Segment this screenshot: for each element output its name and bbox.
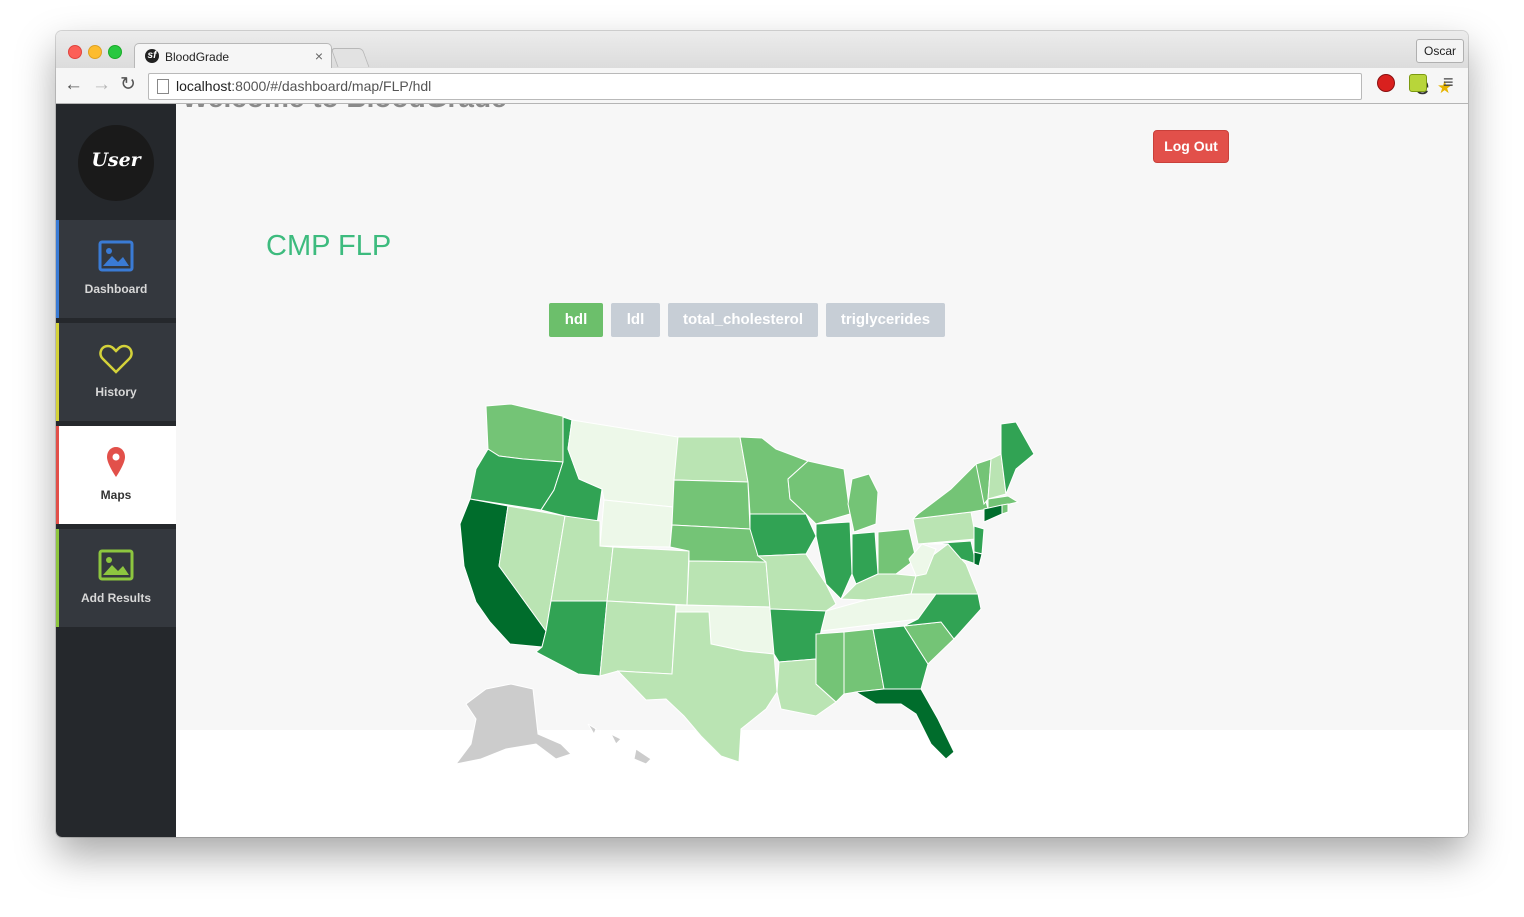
address-bar[interactable]: localhost:8000/#/dashboard/map/FLP/hdl e…: [148, 72, 1452, 100]
state-wyoming[interactable]: [599, 499, 674, 548]
us-choropleth-map: [454, 403, 1035, 765]
page-viewport: Welcome to BloodGrade Log Out CMP FLP hd…: [56, 104, 1468, 837]
state-south-dakota[interactable]: [671, 479, 751, 530]
state-maine[interactable]: [1000, 421, 1035, 495]
page-icon: [157, 79, 169, 94]
user-avatar[interactable]: User: [78, 125, 154, 201]
reload-icon[interactable]: ↻: [120, 74, 136, 96]
tab-title: BloodGrade: [165, 50, 230, 64]
state-rhode-island[interactable]: [1001, 503, 1009, 515]
state-ohio[interactable]: [877, 528, 917, 575]
sidebar-item-label: Dashboard: [84, 282, 148, 296]
sidebar: User Dashboard History Maps Add Results: [56, 104, 176, 837]
close-window-button[interactable]: [68, 45, 82, 59]
sidebar-item-label: History: [95, 385, 137, 399]
chrome-menu-icon[interactable]: ≡: [1443, 72, 1454, 92]
sidebar-accent-bar: [56, 426, 59, 524]
new-tab-button[interactable]: [330, 48, 370, 67]
state-north-dakota[interactable]: [673, 436, 749, 483]
state-hawaii[interactable]: [587, 723, 652, 765]
minimize-window-button[interactable]: [88, 45, 102, 59]
heart-icon: [99, 344, 133, 374]
sidebar-item-history[interactable]: History: [56, 323, 176, 421]
state-iowa[interactable]: [749, 513, 817, 557]
url-path: :8000/#/dashboard/map/FLP/hdl: [231, 78, 432, 94]
browser-tab[interactable]: sf BloodGrade ×: [134, 43, 332, 69]
profile-button[interactable]: Oscar: [1416, 39, 1464, 63]
image-icon: [98, 240, 134, 272]
state-colorado[interactable]: [606, 546, 690, 606]
sidebar-item-label: Maps: [100, 488, 132, 502]
url-text: localhost:8000/#/dashboard/map/FLP/hdl: [176, 78, 431, 94]
back-icon[interactable]: ←: [64, 74, 83, 96]
state-florida[interactable]: [854, 688, 955, 760]
state-new-york[interactable]: [911, 463, 989, 520]
symfony-icon: sf: [145, 49, 159, 63]
zoom-window-button[interactable]: [108, 45, 122, 59]
browser-window: sf BloodGrade × Oscar ← → ↻ localhost:80…: [56, 31, 1468, 837]
tab-close-icon[interactable]: ×: [315, 48, 323, 64]
state-michigan[interactable]: [847, 473, 879, 533]
state-kansas[interactable]: [686, 560, 771, 608]
green-extension-icon[interactable]: [1409, 74, 1427, 92]
map-pin-icon: [107, 447, 125, 477]
sidebar-accent-bar: [56, 529, 59, 627]
title-bar: sf BloodGrade × Oscar: [56, 31, 1468, 69]
browser-toolbar: ← → ↻ localhost:8000/#/dashboard/map/FLP…: [56, 68, 1468, 104]
sidebar-accent-bar: [56, 323, 59, 421]
sidebar-item-label: Add Results: [80, 591, 151, 605]
main-content: Welcome to BloodGrade Log Out CMP FLP hd…: [176, 104, 1468, 837]
sidebar-item-maps[interactable]: Maps: [56, 426, 176, 524]
state-new-jersey[interactable]: [973, 525, 985, 555]
sidebar-accent-bar: [56, 220, 59, 318]
image-icon: [98, 549, 134, 581]
state-new-mexico[interactable]: [599, 600, 677, 677]
state-delaware[interactable]: [973, 551, 983, 567]
url-host: localhost: [176, 78, 232, 94]
sidebar-item-dashboard[interactable]: Dashboard: [56, 220, 176, 318]
sidebar-item-add-results[interactable]: Add Results: [56, 529, 176, 627]
forward-icon[interactable]: →: [92, 74, 111, 96]
adblock-extension-icon[interactable]: [1377, 74, 1395, 92]
state-alaska[interactable]: [454, 683, 572, 765]
avatar-text: User: [91, 149, 141, 171]
state-washington[interactable]: [485, 403, 567, 463]
